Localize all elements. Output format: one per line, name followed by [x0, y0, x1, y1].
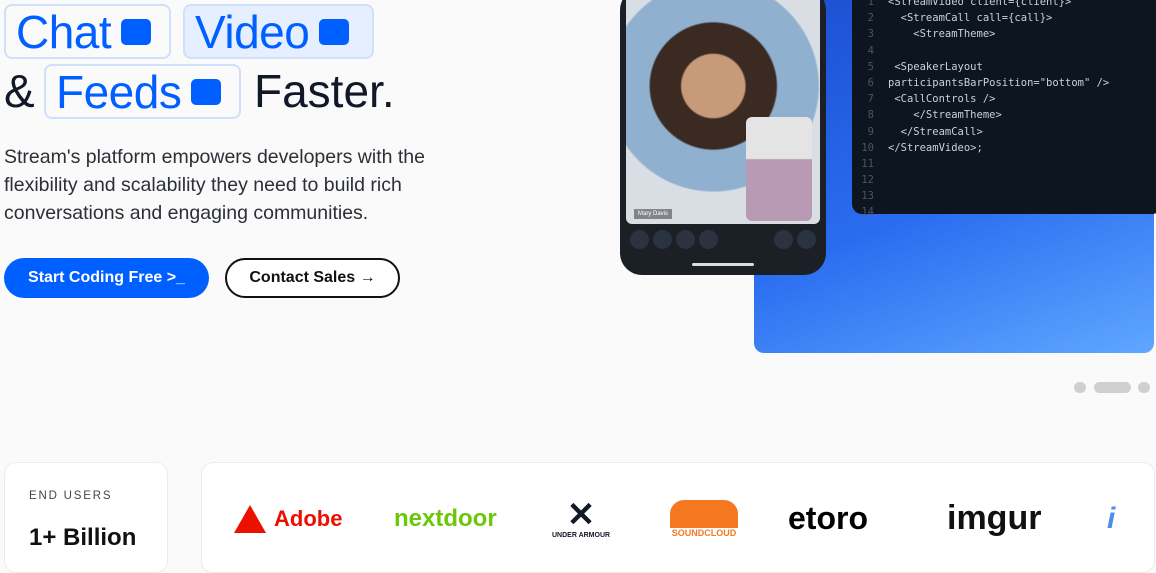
video-camera-icon: [319, 18, 350, 45]
logo-imgur: imgur: [947, 499, 1042, 537]
code-line: 5 <SpeakerLayout: [867, 60, 983, 73]
chat-icon[interactable]: [797, 230, 816, 249]
camera-icon[interactable]: [676, 230, 695, 249]
phone-video-call-mockup: Mary Davis: [620, 0, 826, 275]
logo-etoro: etoro: [788, 500, 868, 536]
logo-soundcloud: SOUNDCLOUD: [670, 463, 738, 572]
logo-partial: i: [1107, 501, 1116, 535]
stat-value: 1+ Billion: [29, 524, 137, 551]
code-line: 12: [861, 174, 874, 187]
code-line: 3 <StreamTheme>: [867, 28, 996, 41]
more-icon[interactable]: [630, 230, 649, 249]
participants-icon[interactable]: [774, 230, 793, 249]
code-line: 1 <StreamVideo client={client}>: [867, 0, 1072, 8]
thumbs-up-icon: [191, 78, 222, 105]
code-line: 9 </StreamCall>: [867, 125, 983, 138]
hero-description: Stream's platform empowers developers wi…: [4, 146, 425, 224]
code-line: 6 participantsBarPosition="bottom" />: [867, 76, 1110, 89]
carousel-dot-3[interactable]: [1138, 382, 1150, 393]
customer-logos: Adobe nextdoor ✕ UNDER ARMOUR SOUNDCLOUD …: [201, 462, 1155, 573]
faster-word: Faster.: [254, 65, 395, 117]
logo-nextdoor: nextdoor: [394, 504, 497, 532]
code-line: 13: [861, 190, 874, 203]
code-line: 4: [867, 44, 874, 57]
feeds-tag: Feeds: [44, 64, 241, 119]
carousel-dot-1[interactable]: [1074, 382, 1086, 393]
chat-tag: Chat: [4, 4, 171, 59]
stat-label: END USERS: [29, 490, 113, 502]
code-line: 8 </StreamTheme>: [867, 109, 1002, 122]
participant-name: Mary Davis: [634, 209, 673, 219]
screen-share-icon[interactable]: [653, 230, 672, 249]
video-tag: Video: [183, 4, 374, 59]
contact-sales-button[interactable]: Contact Sales →: [225, 258, 400, 298]
code-line: 14: [861, 206, 874, 219]
microphone-icon[interactable]: [699, 230, 718, 249]
code-sample: 1 <StreamVideo client={client}> 2 <StreamC…: [852, 0, 1156, 218]
pip-video: [746, 117, 812, 221]
chat-bubble-icon: [121, 18, 152, 45]
code-line: 7 <CallControls />: [867, 93, 996, 106]
ampersand: &: [4, 65, 35, 117]
video-feed: Mary Davis: [626, 0, 820, 224]
code-line: 2 <StreamCall call={call}>: [867, 12, 1053, 25]
end-users-stat: END USERS 1+ Billion: [4, 462, 168, 573]
carousel-dot-2-active[interactable]: [1094, 382, 1131, 393]
logo-adobe: Adobe: [234, 463, 342, 572]
code-line: 10 </StreamVideo>;: [861, 141, 983, 154]
code-line: 11: [861, 157, 874, 170]
start-coding-button[interactable]: Start Coding Free >_: [4, 258, 209, 298]
logo-under-armour: ✕ UNDER ARMOUR: [552, 496, 611, 539]
home-indicator: [692, 263, 754, 266]
